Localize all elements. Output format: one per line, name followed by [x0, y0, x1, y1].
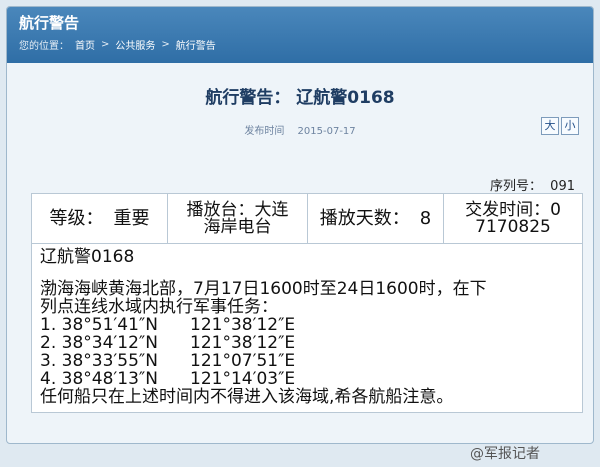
serial-label: 序列号：: [490, 179, 543, 194]
grade-cell: 等级： 重要: [32, 194, 168, 243]
point-latitude: 2. 38°34′12″N: [40, 333, 158, 353]
point-latitude: 4. 38°48′13″N: [40, 369, 158, 389]
serial-value: 091: [550, 179, 575, 194]
days-label: 播放天数：: [319, 207, 410, 229]
issued-line1: 交发时间：0: [465, 199, 561, 220]
station-line2: 海岸电台: [203, 216, 272, 237]
publish-date: 2015-07-17: [297, 126, 356, 137]
days-value: 8: [419, 207, 432, 229]
warning-notice: 任何船只在上述时间内不得进入该海域,希各航船注意。: [40, 387, 454, 407]
station-cell: 播放台：大连 海岸电台: [168, 194, 308, 243]
warning-table: 等级： 重要 播放台：大连 海岸电台 播放天数： 8 交发时间：0 717082…: [31, 193, 583, 413]
publish-label: 发布时间: [244, 126, 285, 137]
warning-content: 辽航警0168 渤海海峡黄海北部，7月17日1600时至24日1600时，在下 …: [32, 244, 582, 412]
breadcrumb-separator: >: [161, 39, 170, 50]
font-size-controls: 大 小: [541, 117, 579, 135]
font-large-button[interactable]: 大: [541, 117, 559, 135]
issued-line2: 7170825: [475, 216, 551, 237]
panel-title: 航行警告: [19, 14, 80, 32]
days-cell: 播放天数： 8: [308, 194, 444, 243]
coordinate-point: 4. 38°48′13″N 121°14′03″E: [40, 370, 576, 388]
warning-code: 辽航警0168: [40, 247, 135, 267]
point-latitude: 3. 38°33′55″N: [40, 351, 158, 371]
grade-value: 重要: [113, 207, 150, 229]
breadcrumb: 您的位置： 首页 > 公共服务 > 航行警告: [19, 37, 583, 52]
page-title: 航行警告： 辽航警0168: [205, 88, 395, 108]
station-line1: 播放台：大连: [186, 199, 289, 220]
point-longitude: 121°38′12″E: [190, 315, 296, 335]
breadcrumb-prefix: 您的位置：: [19, 41, 69, 52]
warning-text-line1: 渤海海峡黄海北部，7月17日1600时至24日1600时，在下: [40, 279, 487, 299]
publish-meta: 发布时间 2015-07-17: [7, 122, 593, 137]
point-longitude: 121°38′12″E: [190, 333, 296, 353]
point-latitude: 1. 38°51′41″N: [40, 315, 158, 335]
point-longitude: 121°07′51″E: [190, 351, 296, 371]
point-longitude: 121°14′03″E: [190, 369, 296, 389]
breadcrumb-separator: >: [101, 39, 110, 50]
coordinate-point: 3. 38°33′55″N 121°07′51″E: [40, 352, 576, 370]
info-row: 等级： 重要 播放台：大连 海岸电台 播放天数： 8 交发时间：0 717082…: [32, 194, 582, 244]
serial-number: 序列号： 091: [490, 175, 575, 194]
warning-text-line2: 列点连线水域内执行军事任务：: [40, 297, 278, 317]
breadcrumb-nav-warning[interactable]: 航行警告: [176, 37, 216, 52]
coordinate-point: 1. 38°51′41″N 121°38′12″E: [40, 316, 576, 334]
issued-cell: 交发时间：0 7170825: [444, 194, 582, 243]
warning-panel: 航行警告 您的位置： 首页 > 公共服务 > 航行警告 航行警告： 辽航警016…: [6, 6, 594, 444]
grade-label: 等级：: [49, 207, 104, 229]
font-small-button[interactable]: 小: [561, 117, 579, 135]
panel-header: 航行警告 您的位置： 首页 > 公共服务 > 航行警告: [7, 7, 593, 63]
coordinate-point: 2. 38°34′12″N 121°38′12″E: [40, 334, 576, 352]
weibo-watermark: @军报记者: [470, 446, 540, 462]
breadcrumb-home[interactable]: 首页: [75, 37, 95, 52]
breadcrumb-public-service[interactable]: 公共服务: [115, 37, 155, 52]
